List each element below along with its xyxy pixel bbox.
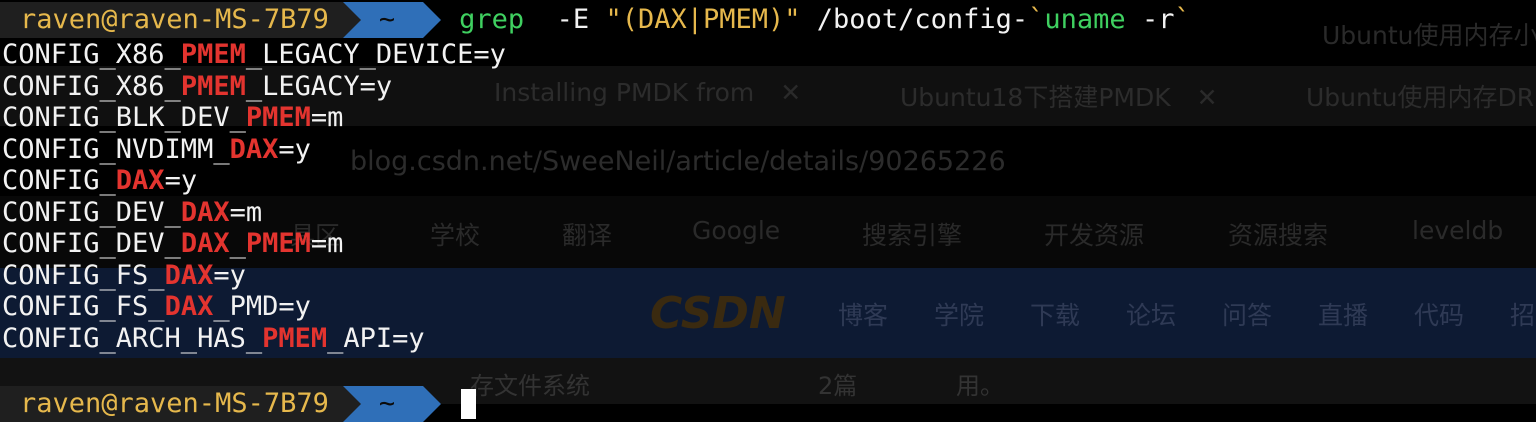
output-text: CONFIG_ARCH_HAS_ (2, 322, 263, 354)
output-text: CONFIG_BLK_DEV_ (2, 102, 246, 133)
prompt-user-host: raven@raven-MS-7B79 (0, 386, 343, 422)
output-text: _LEGACY=y (245, 70, 393, 102)
match-highlight: PMEM (262, 322, 328, 354)
output-text: =y (164, 165, 198, 196)
output-text: CONFIG_DEV_ (2, 196, 181, 228)
match-highlight: PMEM (180, 39, 246, 70)
match-highlight: PMEM (245, 228, 311, 259)
output-text: CONFIG_FS_ (2, 259, 165, 291)
powerline-arrow-icon (423, 386, 442, 422)
match-highlight: PMEM (245, 102, 311, 133)
command-subcommand-arg: -r (1141, 4, 1175, 35)
match-highlight: DAX (164, 259, 214, 291)
match-highlight: PMEM (180, 70, 246, 102)
output-text: =y (213, 259, 246, 291)
command-prompt-next[interactable]: raven@raven-MS-7B79 ~ (0, 386, 477, 422)
match-highlight: DAX (164, 291, 214, 322)
command-text: grep -E "(DAX|PMEM)" /boot/config-`uname… (459, 2, 1191, 38)
output-line: CONFIG_FS_DAX=y (2, 259, 246, 292)
output-line: CONFIG_X86_PMEM_LEGACY_DEVICE=y (2, 38, 506, 71)
command-option: -E (556, 4, 590, 35)
output-line: CONFIG_FS_DAX_PMD=y (2, 290, 311, 323)
output-text: =m (310, 102, 344, 133)
output-text: _API=y (327, 322, 425, 354)
output-text: CONFIG_X86_ (2, 39, 181, 70)
terminal-window[interactable]: raven@raven-MS-7B79 ~ grep -E "(DAX|PMEM… (0, 0, 1536, 422)
command-subcommand: uname (1044, 4, 1126, 35)
command-prompt: raven@raven-MS-7B79 ~ grep -E "(DAX|PMEM… (0, 2, 1191, 38)
output-text: =m (229, 196, 263, 228)
output-text: CONFIG_X86_ (2, 70, 181, 102)
output-text: _PMD=y (213, 291, 311, 322)
prompt-user-host: raven@raven-MS-7B79 (0, 2, 343, 38)
output-text: CONFIG_NVDIMM_ (2, 133, 230, 165)
output-text: CONFIG_FS_ (2, 291, 165, 322)
command-backtick: ` (1028, 4, 1045, 35)
output-text: CONFIG_DEV_ (2, 228, 181, 259)
output-line: CONFIG_DEV_DAX=m (2, 196, 262, 229)
output-line: CONFIG_NVDIMM_DAX=y (2, 133, 311, 166)
match-highlight: DAX (115, 165, 165, 196)
command-program: grep (459, 4, 525, 35)
output-line: CONFIG_DEV_DAX_PMEM=m (2, 227, 343, 260)
output-text: _LEGACY_DEVICE=y (245, 39, 506, 70)
output-line: CONFIG_ARCH_HAS_PMEM_API=y (2, 322, 425, 355)
powerline-arrow-icon (423, 2, 442, 38)
output-text: =y (278, 133, 311, 165)
output-line: CONFIG_DAX=y (2, 164, 197, 197)
match-highlight: DAX (180, 196, 230, 228)
match-highlight: DAX (180, 228, 230, 259)
command-backtick: ` (1174, 4, 1191, 35)
command-path: /boot/config- (816, 4, 1029, 35)
match-highlight: DAX (229, 133, 279, 165)
command-pattern: "(DAX|PMEM)" (605, 4, 801, 35)
output-text: CONFIG_ (2, 165, 116, 196)
output-text: _ (229, 228, 246, 259)
output-text: =m (310, 228, 344, 259)
output-line: CONFIG_BLK_DEV_PMEM=m (2, 101, 343, 134)
output-line: CONFIG_X86_PMEM_LEGACY=y (2, 70, 392, 103)
text-cursor (461, 389, 477, 419)
prompt-directory: ~ (342, 386, 424, 422)
prompt-directory: ~ (342, 2, 424, 38)
